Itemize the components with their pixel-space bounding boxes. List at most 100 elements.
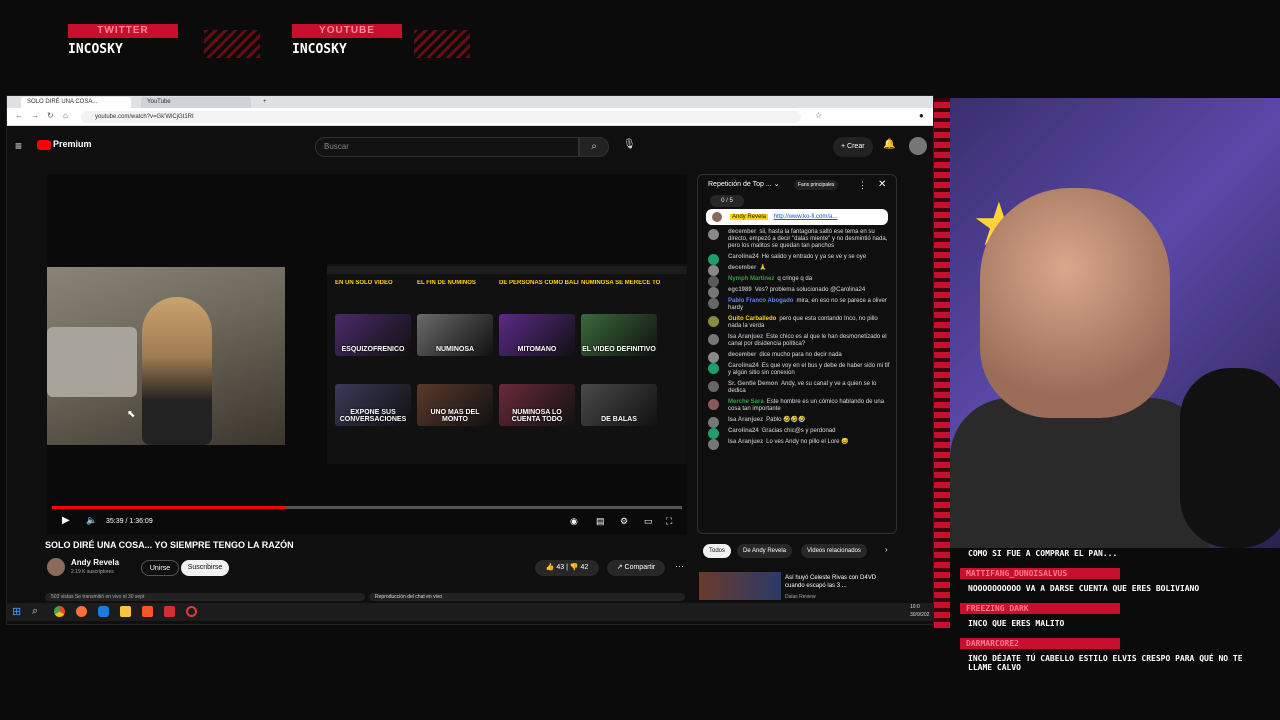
chat-text: 🙏 — [759, 265, 767, 271]
pinned-link[interactable]: http://www.ko-fi.com/a... — [774, 214, 838, 220]
chat-menu-icon[interactable]: ⋮ — [858, 175, 867, 195]
avatar[interactable] — [909, 137, 927, 155]
mic-icon[interactable]: 🎙 — [623, 139, 636, 150]
edge-icon[interactable] — [98, 606, 109, 617]
brave-icon[interactable] — [142, 606, 153, 617]
chrome-icon[interactable] — [54, 606, 65, 617]
youtube-name: INCOSKY — [292, 42, 347, 57]
reload-icon[interactable]: ↻ — [47, 111, 54, 120]
channel-avatar[interactable] — [47, 558, 65, 576]
chat-message: Sr. Gentle Demon Andy, ve su canal y ve a… — [698, 379, 896, 397]
chat-author[interactable]: Guito Carballedo — [728, 316, 776, 322]
chat-author[interactable]: Sr. Gentle Demon — [728, 381, 778, 387]
theater-icon[interactable]: ▭ — [644, 516, 653, 527]
tab-video[interactable]: SOLO DIRÉ UNA COSA... — [21, 97, 131, 108]
sofa-shape — [47, 327, 137, 397]
obs-icon[interactable] — [186, 606, 197, 617]
fullscreen-icon[interactable]: ⛶ — [666, 516, 672, 527]
video-player[interactable]: ⬉ EN UN SOLO VIDEO EL FIN DE NUMINOS DE PE… — [47, 174, 687, 534]
forward-icon[interactable]: → — [31, 111, 39, 120]
chat-avatar[interactable] — [708, 381, 719, 392]
like-dislike-button[interactable]: 👍 43 | 👎 42 — [535, 560, 599, 576]
url-field[interactable]: youtube.com/watch?v=Gk'WlCjGt1RI — [81, 111, 801, 123]
star-icon[interactable]: ☆ — [815, 111, 822, 120]
related-video-item[interactable]: Así huyó Celeste Rivas con D4VD cuando e… — [697, 572, 897, 602]
chat-avatar[interactable] — [708, 298, 719, 309]
new-tab-icon[interactable]: + — [257, 97, 271, 108]
chat-message: Isa Aranjuez Lo ves Andy no pillo el Lore… — [698, 437, 896, 450]
subtitles-icon[interactable]: ▤ — [596, 516, 605, 527]
chat-text: Lo ves Andy no pillo el Lore 😅 — [766, 439, 849, 445]
shot-thumbnail: DE BALAS — [581, 384, 657, 426]
chat-avatar[interactable] — [708, 229, 719, 240]
twitter-name: INCOSKY — [68, 42, 123, 57]
chat-author[interactable]: Isa Aranjuez — [728, 334, 763, 340]
join-button[interactable]: Unirse — [141, 560, 179, 576]
chevron-right-icon[interactable]: › — [885, 545, 888, 554]
description-box[interactable]: 503 vistas Se transmitió en vivo el 30 s… — [45, 593, 365, 601]
firefox-icon[interactable] — [76, 606, 87, 617]
chat-message: december 🙏 — [698, 263, 896, 276]
youtube-premium-logo[interactable]: Premium — [53, 139, 92, 149]
more-icon[interactable]: ⋯ — [675, 561, 684, 572]
home-icon[interactable]: ⌂ — [63, 111, 68, 120]
pinned-avatar — [712, 212, 722, 222]
youtube-logo-icon[interactable] — [37, 140, 51, 150]
browser-window: SOLO DIRÉ UNA COSA... YouTube + ← → ↻ ⌂ … — [6, 95, 934, 625]
app-icon[interactable] — [164, 606, 175, 617]
chat-avatar[interactable] — [708, 316, 719, 327]
chat-message: egc1989 Ves? problema solucionado @Caroli… — [698, 285, 896, 298]
create-button[interactable]: + Crear — [833, 137, 873, 157]
chip-from-channel[interactable]: De Andy Revela — [737, 544, 793, 558]
stream-chat-text: INCO QUE ERES MALITO — [968, 619, 1065, 628]
chat-author[interactable]: Isa Aranjuez — [728, 417, 763, 423]
dislike-count: 42 — [580, 564, 589, 571]
chat-author[interactable]: Carolina24 — [728, 254, 759, 260]
chat-author[interactable]: Merche Sara — [728, 399, 764, 405]
chat-author[interactable]: Isa Aranjuez — [728, 439, 763, 445]
play-icon[interactable]: ▶ — [62, 515, 70, 526]
search-icon[interactable]: ⌕ — [579, 137, 609, 157]
back-icon[interactable]: ← — [15, 111, 23, 120]
search-input[interactable]: Buscar — [315, 137, 579, 157]
chat-avatar[interactable] — [708, 334, 719, 345]
subscribe-button[interactable]: Suscribirse — [181, 560, 229, 576]
chat-replay-box[interactable]: Reproducción del chat en vivo — [369, 593, 685, 601]
chat-avatar[interactable] — [708, 363, 719, 374]
chat-author[interactable]: december — [728, 229, 756, 235]
close-icon[interactable]: ✕ — [878, 175, 886, 195]
chat-author[interactable]: Carolina24 — [728, 363, 759, 369]
chat-author[interactable]: egc1989 — [728, 287, 752, 293]
windows-start-icon[interactable]: ⊞ — [12, 605, 21, 618]
chat-author[interactable]: december — [728, 265, 756, 271]
chat-author[interactable]: december — [728, 352, 756, 358]
volume-icon[interactable]: 🔈 — [86, 515, 97, 526]
chat-avatar[interactable] — [708, 399, 719, 410]
share-button[interactable]: ↗ Compartir — [607, 560, 665, 576]
chat-author[interactable]: Pablo Franco Abogado — [728, 298, 793, 304]
profile-icon[interactable]: ● — [919, 111, 924, 120]
taskbar-search-icon[interactable]: ⌕ — [32, 605, 38, 618]
chat-text: Gracias chic@s y perdonad — [761, 428, 836, 434]
chat-author[interactable]: Carolina24 — [728, 428, 759, 434]
channel-name[interactable]: Andy Revela — [71, 558, 119, 567]
chat-avatar[interactable] — [708, 439, 719, 450]
chip-all[interactable]: Todos — [703, 544, 732, 558]
chip-related[interactable]: Videos relacionados — [801, 544, 867, 558]
decorative-border — [934, 98, 950, 628]
menu-icon[interactable]: ≡ — [15, 139, 22, 153]
top-fans-badge[interactable]: Fans principales — [794, 180, 839, 190]
folder-icon[interactable] — [120, 606, 131, 617]
bell-icon[interactable]: 🔔 — [883, 139, 895, 150]
chat-mode-dropdown[interactable]: Repetición de Top ... — [708, 181, 772, 188]
chat-author[interactable]: Nymph Martinez — [728, 276, 774, 282]
autoplay-toggle[interactable]: ◉ — [570, 516, 578, 527]
settings-icon[interactable]: ⚙ — [620, 516, 628, 527]
pinned-message[interactable]: Andy Revela http://www.ko-fi.com/a... — [706, 209, 888, 225]
chat-message: Carolina24 He salido y entrado y ya se ve… — [698, 252, 896, 265]
taskbar-time: 10:0 — [910, 604, 920, 610]
streamer-head — [980, 188, 1170, 418]
tab-youtube[interactable]: YouTube — [141, 97, 251, 108]
progress-bar[interactable] — [52, 506, 682, 509]
poll-counter[interactable]: 0 / 5 — [710, 195, 744, 207]
